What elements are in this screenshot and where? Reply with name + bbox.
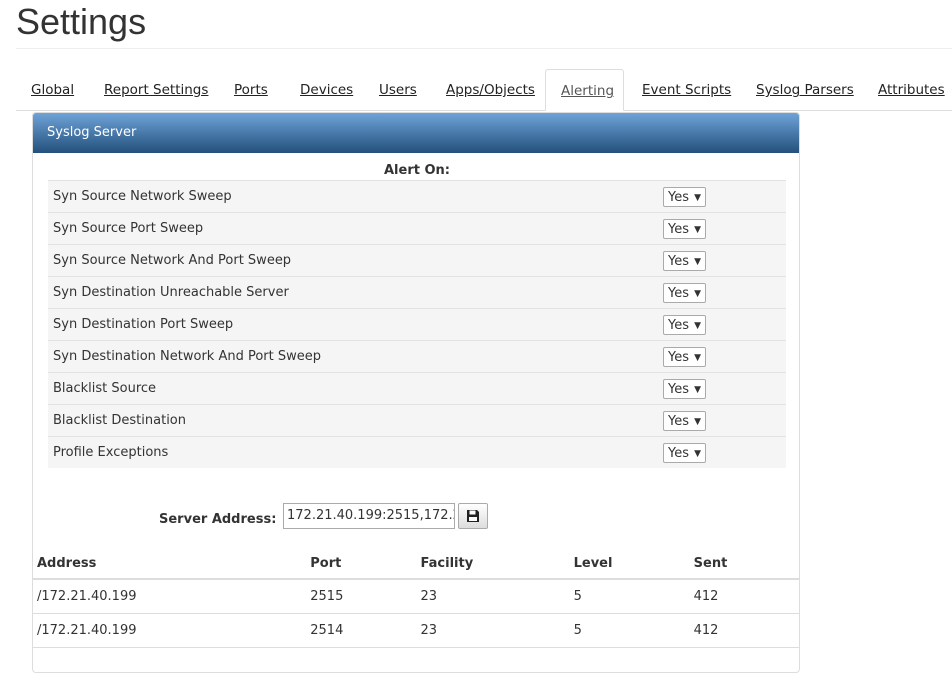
alert-row: Syn Destination Network And Port Sweep Ye… xyxy=(48,340,786,372)
alert-value: Yes xyxy=(668,222,689,237)
dropdown-arrow-icon: ▼ xyxy=(694,449,701,459)
alert-row: Blacklist Source Yes ▼ xyxy=(48,372,786,404)
column-header[interactable]: Level xyxy=(569,548,690,580)
table-row: /172.21.40.199 2514 23 5 412 xyxy=(33,613,799,648)
syslog-server-panel: Syslog Server Alert On: Syn Source Netwo… xyxy=(32,112,800,673)
alert-value: Yes xyxy=(668,254,689,269)
save-button[interactable] xyxy=(458,503,488,529)
table-cell: 2515 xyxy=(306,579,417,614)
column-header[interactable]: Facility xyxy=(416,548,570,580)
alert-row: Syn Source Port Sweep Yes ▼ xyxy=(48,212,786,244)
tab-users[interactable]: Users xyxy=(364,69,432,110)
column-header[interactable]: Sent xyxy=(689,548,799,580)
alert-row: Syn Destination Port Sweep Yes ▼ xyxy=(48,308,786,340)
alert-row: Profile Exceptions Yes ▼ xyxy=(48,436,786,468)
alert-row: Syn Destination Unreachable Server Yes ▼ xyxy=(48,276,786,308)
divider xyxy=(16,48,952,49)
alert-row: Blacklist Destination Yes ▼ xyxy=(48,404,786,436)
alert-label: Syn Destination Unreachable Server xyxy=(53,285,289,300)
alert-select[interactable]: Yes ▼ xyxy=(663,251,706,271)
dropdown-arrow-icon: ▼ xyxy=(694,257,701,267)
column-header[interactable]: Port xyxy=(306,548,417,580)
alert-select[interactable]: Yes ▼ xyxy=(663,283,706,303)
alert-value: Yes xyxy=(668,446,689,461)
alert-label: Syn Source Network Sweep xyxy=(53,189,232,204)
alert-select[interactable]: Yes ▼ xyxy=(663,187,706,207)
table-cell: 23 xyxy=(416,613,570,648)
table-cell: /172.21.40.199 xyxy=(33,613,307,648)
dropdown-arrow-icon: ▼ xyxy=(694,321,701,331)
alert-label: Syn Destination Network And Port Sweep xyxy=(53,349,322,364)
alert-label: Syn Destination Port Sweep xyxy=(53,317,234,332)
dropdown-arrow-icon: ▼ xyxy=(694,385,701,395)
alert-label: Syn Source Port Sweep xyxy=(53,221,204,236)
panel-title: Syslog Server xyxy=(33,113,799,153)
floppy-disk-icon xyxy=(467,509,479,522)
dropdown-arrow-icon: ▼ xyxy=(694,225,701,235)
column-header[interactable]: Address xyxy=(33,548,307,580)
dropdown-arrow-icon: ▼ xyxy=(694,353,701,363)
tab-global[interactable]: Global xyxy=(16,69,89,110)
tab-devices[interactable]: Devices xyxy=(285,69,368,110)
alert-select[interactable]: Yes ▼ xyxy=(663,411,706,431)
tab-syslog-parsers[interactable]: Syslog Parsers xyxy=(741,69,869,110)
alert-value: Yes xyxy=(668,414,689,429)
tab-apps-objects[interactable]: Apps/Objects xyxy=(431,69,550,110)
dropdown-arrow-icon: ▼ xyxy=(694,417,701,427)
tab-ports[interactable]: Ports xyxy=(219,69,283,110)
alert-label: Syn Source Network And Port Sweep xyxy=(53,253,292,268)
dropdown-arrow-icon: ▼ xyxy=(694,193,701,203)
alert-value: Yes xyxy=(668,382,689,397)
alert-row: Syn Source Network And Port Sweep Yes ▼ xyxy=(48,244,786,276)
page-title: Settings xyxy=(16,1,147,42)
server-address-input[interactable]: 172.21.40.199:2515,172.2 xyxy=(283,503,455,529)
alert-value: Yes xyxy=(668,190,689,205)
alert-value: Yes xyxy=(668,350,689,365)
tab-attributes[interactable]: Attributes xyxy=(863,69,952,110)
alert-on-label: Alert On: xyxy=(384,163,450,178)
alert-row: Syn Source Network Sweep Yes ▼ xyxy=(48,180,786,212)
alert-value: Yes xyxy=(668,318,689,333)
alert-select[interactable]: Yes ▼ xyxy=(663,219,706,239)
settings-tabs: Global Report Settings Ports Devices Use… xyxy=(16,69,952,111)
table-cell: 5 xyxy=(569,579,690,614)
table-cell: 2514 xyxy=(306,613,417,648)
alert-select[interactable]: Yes ▼ xyxy=(663,443,706,463)
alert-label: Profile Exceptions xyxy=(53,445,169,460)
alert-label: Blacklist Destination xyxy=(53,413,186,428)
table-cell: 412 xyxy=(689,579,799,614)
tab-event-scripts[interactable]: Event Scripts xyxy=(627,69,746,110)
alert-select[interactable]: Yes ▼ xyxy=(663,315,706,335)
server-address-label: Server Address: xyxy=(159,512,277,527)
tab-report-settings[interactable]: Report Settings xyxy=(89,69,223,110)
alert-select[interactable]: Yes ▼ xyxy=(663,379,706,399)
table-cell: 5 xyxy=(569,613,690,648)
table-row: /172.21.40.199 2515 23 5 412 xyxy=(33,579,799,614)
syslog-servers-table: Address Port Facility Level Sent/172.21.40.1… xyxy=(33,548,799,648)
table-cell: /172.21.40.199 xyxy=(33,579,307,614)
table-cell: 412 xyxy=(689,613,799,648)
alert-select[interactable]: Yes ▼ xyxy=(663,347,706,367)
alert-label: Blacklist Source xyxy=(53,381,157,396)
table-cell: 23 xyxy=(416,579,570,614)
alert-value: Yes xyxy=(668,286,689,301)
tab-alerting[interactable]: Alerting xyxy=(545,69,624,111)
dropdown-arrow-icon: ▼ xyxy=(694,289,701,299)
